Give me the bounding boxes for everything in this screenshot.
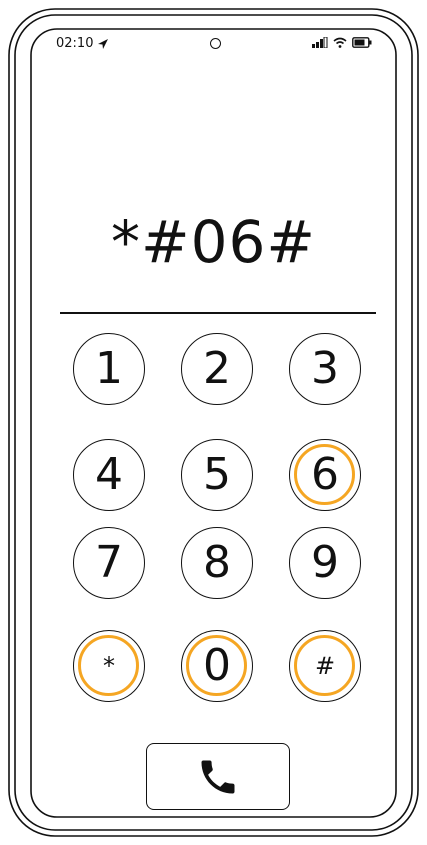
call-button[interactable] (146, 743, 290, 810)
front-camera (210, 38, 221, 49)
status-icons (312, 37, 372, 48)
key-label: 4 (95, 449, 123, 500)
key-0[interactable]: 0 (181, 630, 253, 702)
status-time: 02:10 (56, 36, 94, 51)
key-5[interactable]: 5 (181, 439, 253, 511)
display-divider (60, 312, 376, 314)
key-label: 7 (95, 537, 123, 588)
key-label: * (103, 652, 115, 680)
key-label: 2 (203, 343, 231, 394)
key-label: 0 (203, 640, 231, 691)
key-8[interactable]: 8 (181, 527, 253, 599)
key-4[interactable]: 4 (73, 439, 145, 511)
key-label: 1 (95, 343, 123, 394)
wifi-icon (333, 37, 347, 48)
status-bar: 02:10 (56, 36, 109, 51)
dialed-number-display: *#06# (111, 208, 316, 276)
key-label: 3 (311, 343, 339, 394)
key-6[interactable]: 6 (289, 439, 361, 511)
key-label: 5 (203, 449, 231, 500)
phone-frame (8, 8, 419, 837)
key-2[interactable]: 2 (181, 333, 253, 405)
key-9[interactable]: 9 (289, 527, 361, 599)
key-label: 6 (311, 449, 339, 500)
battery-icon (352, 37, 372, 48)
key-1[interactable]: 1 (73, 333, 145, 405)
key-label: 8 (203, 537, 231, 588)
phone-outline (8, 8, 419, 837)
key-star[interactable]: * (73, 630, 145, 702)
phone-icon (201, 760, 235, 793)
location-arrow-icon (98, 38, 109, 49)
key-7[interactable]: 7 (73, 527, 145, 599)
key-label: # (314, 652, 336, 680)
key-label: 9 (311, 537, 339, 588)
key-hash[interactable]: # (289, 630, 361, 702)
key-3[interactable]: 3 (289, 333, 361, 405)
signal-icon (312, 37, 328, 48)
